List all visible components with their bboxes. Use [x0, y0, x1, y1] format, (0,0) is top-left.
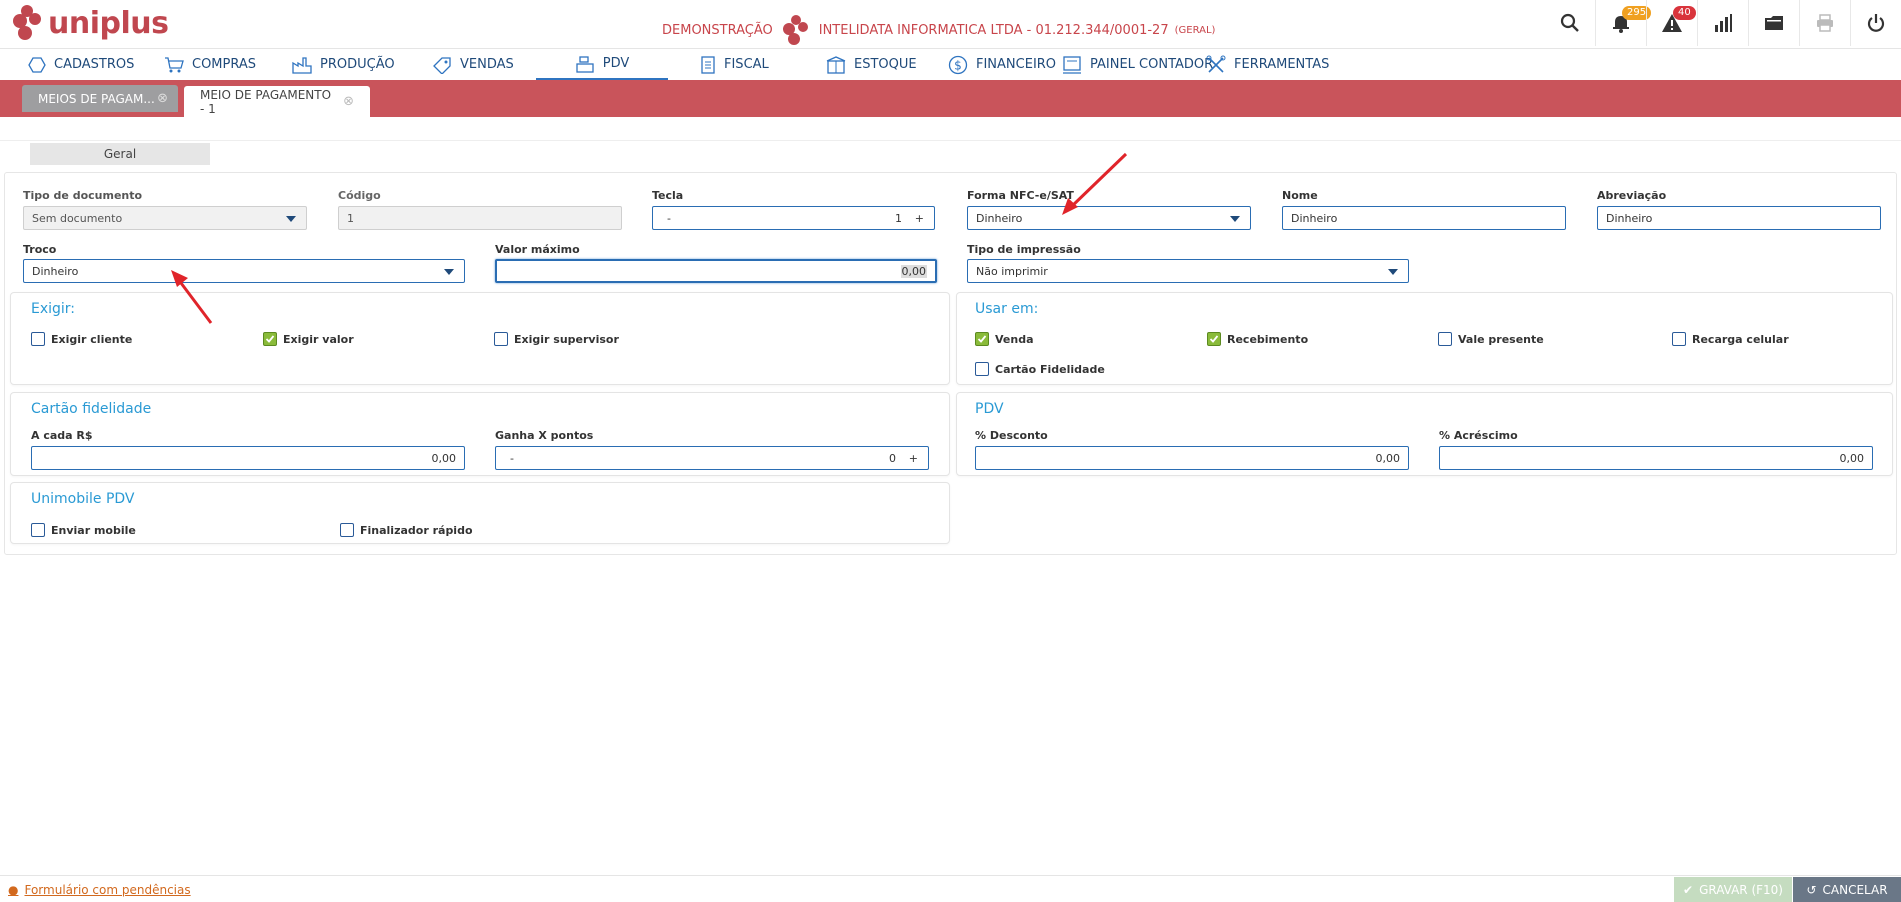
undo-icon: ↺ [1806, 883, 1817, 897]
arrow-annotation-nfce [1068, 152, 1128, 210]
arrow-annotation-troco [176, 278, 213, 324]
footer-bar: ● Formulário com pendências ✔ GRAVAR (F1… [0, 875, 1901, 902]
pin-icon: ● [8, 883, 19, 897]
pending-label: Formulário com pendências [24, 883, 191, 897]
save-label: GRAVAR (F10) [1699, 883, 1783, 897]
save-button[interactable]: ✔ GRAVAR (F10) [1674, 877, 1792, 902]
cancel-button[interactable]: ↺ CANCELAR [1793, 877, 1901, 902]
pending-link[interactable]: ● Formulário com pendências [8, 883, 191, 897]
check-circle-icon: ✔ [1683, 883, 1694, 897]
arrowhead-icon [171, 270, 188, 287]
cancel-label: CANCELAR [1822, 883, 1888, 897]
annotation-arrows [171, 152, 1128, 324]
